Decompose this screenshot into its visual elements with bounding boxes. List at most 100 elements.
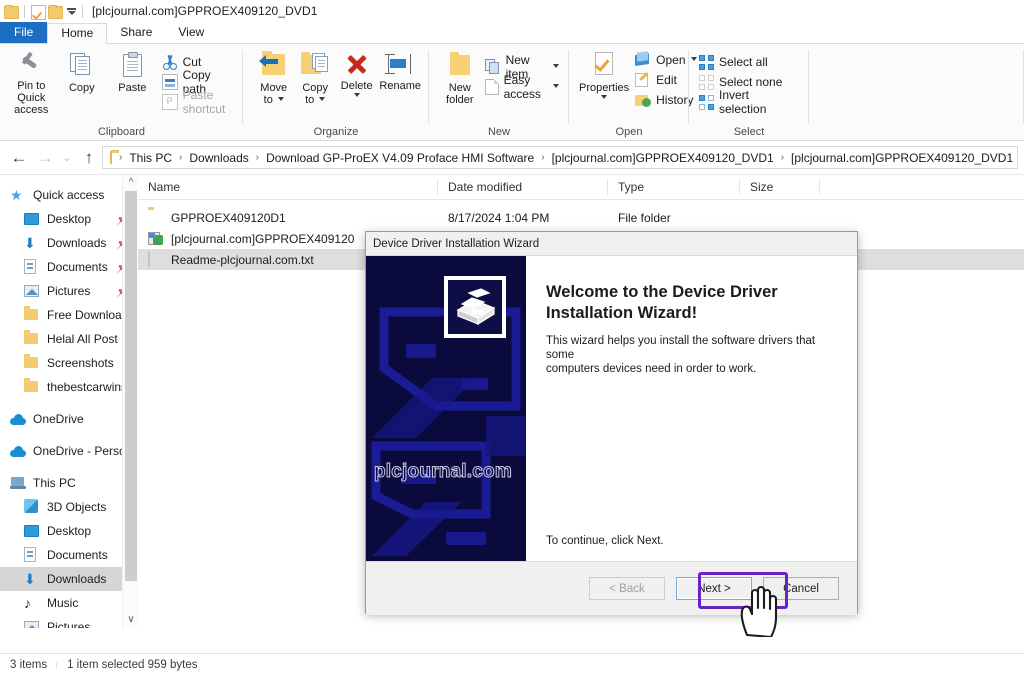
sidebar-item-screenshots[interactable]: Screenshots [0, 351, 138, 375]
sidebar-item-onedrive[interactable]: OneDrive [0, 407, 138, 431]
new-item-icon [484, 59, 501, 75]
qat-divider-2 [82, 4, 83, 18]
sidebar-item-pictures[interactable]: Pictures [0, 615, 138, 628]
column-header-date[interactable]: Date modified [438, 175, 608, 199]
column-header-type[interactable]: Type [608, 175, 740, 199]
sidebar-item-pictures[interactable]: Pictures📌 [0, 279, 138, 303]
sidebar-item-label: Screenshots [47, 356, 114, 370]
breadcrumb-this-pc[interactable]: This PC [127, 151, 174, 165]
breadcrumb-download-gpproex[interactable]: Download GP-ProEX V4.09 Proface HMI Soft… [264, 151, 536, 165]
navigation-scrollbar[interactable]: ^ ∨ [122, 175, 138, 628]
copy-path-icon [161, 74, 178, 90]
sidebar-item-music[interactable]: ♪ Music [0, 591, 138, 615]
ribbon-group-open: Properties Open Edit History Open [569, 44, 697, 140]
delete-button[interactable]: Delete [336, 48, 377, 100]
copy-to-button[interactable]: Copy to [294, 48, 335, 109]
sidebar-item-quick-access[interactable]: ★ Quick access [0, 183, 138, 207]
dialog-body: This wizard helps you install the softwa… [546, 334, 839, 376]
nav-gap [0, 431, 138, 439]
easy-access-button[interactable]: Easy access [481, 73, 563, 101]
properties-label: Properties [579, 82, 630, 94]
copy-icon [68, 51, 96, 79]
table-row[interactable]: GPPROEX409120D1 8/17/2024 1:04 PM File fol… [138, 207, 1024, 228]
tab-home[interactable]: Home [47, 23, 108, 44]
forward-button[interactable]: → [32, 145, 58, 171]
paste-button[interactable]: Paste [107, 48, 158, 97]
sidebar-item-helal-all-post[interactable]: Helal All Post [0, 327, 138, 351]
breadcrumb-dvd1-outer[interactable]: [plcjournal.com]GPPROEX409120_DVD1 [550, 151, 776, 165]
scrollbar-thumb[interactable] [125, 191, 137, 581]
new-folder-button[interactable]: New folder [439, 48, 481, 109]
scroll-down-icon[interactable]: ∨ [123, 612, 138, 628]
select-all-icon [699, 54, 714, 70]
properties-button[interactable]: Properties [577, 48, 631, 102]
sidebar-item-label: Desktop [47, 212, 92, 226]
next-button[interactable]: Next > [676, 577, 752, 600]
sidebar-item-label: 3D Objects [47, 500, 107, 514]
properties-icon[interactable] [31, 4, 46, 20]
copy-to-label-line1: Copy [302, 82, 329, 94]
sidebar-item-onedrive-person[interactable]: OneDrive - Person [0, 439, 138, 463]
chevron-down-icon [553, 64, 559, 68]
pin-to-quick-access-button[interactable]: Pin to Quick access [6, 48, 57, 119]
back-button[interactable]: < Back [589, 577, 665, 600]
select-all-button[interactable]: Select all [695, 52, 803, 72]
select-none-label: Select none [719, 75, 783, 89]
dialog-body-line1: This wizard helps you install the softwa… [546, 335, 816, 361]
tab-share[interactable]: Share [107, 22, 165, 43]
ribbon-tabs: File Home Share View [0, 22, 1024, 44]
copy-to-icon [300, 51, 330, 79]
this-pc-icon [10, 475, 26, 491]
sidebar-item-thebestcarwins-c[interactable]: thebestcarwins.c [0, 375, 138, 399]
sidebar-item-this-pc[interactable]: This PC [0, 471, 138, 495]
sidebar-item-downloads[interactable]: ⬇Downloads📌 [0, 231, 138, 255]
sidebar-item-label: Quick access [33, 188, 105, 202]
sidebar-item-documents[interactable]: Documents [0, 543, 138, 567]
copy-to-label-line2: to [305, 94, 315, 106]
sidebar-item-desktop[interactable]: Desktop [0, 519, 138, 543]
customize-qat-icon[interactable] [67, 7, 76, 15]
crumb-sep-1: › [179, 152, 183, 163]
desktop-icon [24, 523, 40, 539]
cancel-button[interactable]: Cancel [763, 577, 839, 600]
sidebar-item-label: Documents [47, 548, 108, 562]
sidebar-item-downloads[interactable]: ⬇ Downloads [0, 567, 138, 591]
recent-locations-button[interactable]: ⌄ [58, 145, 76, 171]
up-button[interactable]: ↑ [76, 145, 102, 171]
folder-icon [148, 210, 164, 226]
copy-button[interactable]: Copy [57, 48, 108, 97]
breadcrumb-downloads[interactable]: Downloads [187, 151, 250, 165]
sidebar-item-documents[interactable]: Documents📌 [0, 255, 138, 279]
sidebar-item-label: Downloads [47, 572, 107, 586]
folder-icon [24, 330, 40, 347]
ribbon-group-organize: Move to Copy to Delete Rename Organize [243, 44, 429, 140]
folder-icon[interactable] [4, 4, 19, 19]
scroll-up-icon[interactable]: ^ [123, 175, 138, 191]
tab-file[interactable]: File [0, 22, 48, 43]
folder-icon [24, 378, 40, 395]
tab-view[interactable]: View [165, 22, 217, 43]
nav-gap [0, 399, 138, 407]
breadcrumb[interactable]: › This PC › Downloads › Download GP-ProE… [102, 146, 1018, 169]
status-selection-info: 1 item selected 959 bytes [67, 658, 198, 671]
paste-shortcut-button[interactable]: Paste shortcut [158, 88, 237, 116]
sidebar-item-free-download-p[interactable]: Free Download P [0, 303, 138, 327]
delete-label: Delete [340, 80, 373, 92]
move-to-button[interactable]: Move to [253, 48, 294, 109]
sidebar-item-desktop[interactable]: Desktop📌 [0, 207, 138, 231]
column-header-name[interactable]: Name [138, 175, 438, 199]
status-item-count: 3 items [0, 659, 58, 671]
status-bar: 3 items 1 item selected 959 bytes [0, 653, 1024, 675]
crumb-sep-0: › [119, 152, 123, 163]
new-folder-icon[interactable] [48, 4, 63, 19]
rename-button[interactable]: Rename [377, 48, 423, 95]
column-header-size[interactable]: Size [740, 175, 820, 199]
invert-selection-button[interactable]: Invert selection [695, 88, 803, 116]
breadcrumb-dvd1-inner[interactable]: [plcjournal.com]GPPROEX409120_DVD1 [789, 151, 1015, 165]
back-button[interactable]: ← [6, 145, 32, 171]
dialog-title-bar[interactable]: Device Driver Installation Wizard [366, 232, 857, 255]
file-name-cell: GPPROEX409120D1 [138, 210, 438, 226]
sidebar-item-label: OneDrive - Person [33, 444, 133, 458]
properties-icon [591, 51, 617, 79]
sidebar-item-3d-objects[interactable]: 3D Objects [0, 495, 138, 519]
